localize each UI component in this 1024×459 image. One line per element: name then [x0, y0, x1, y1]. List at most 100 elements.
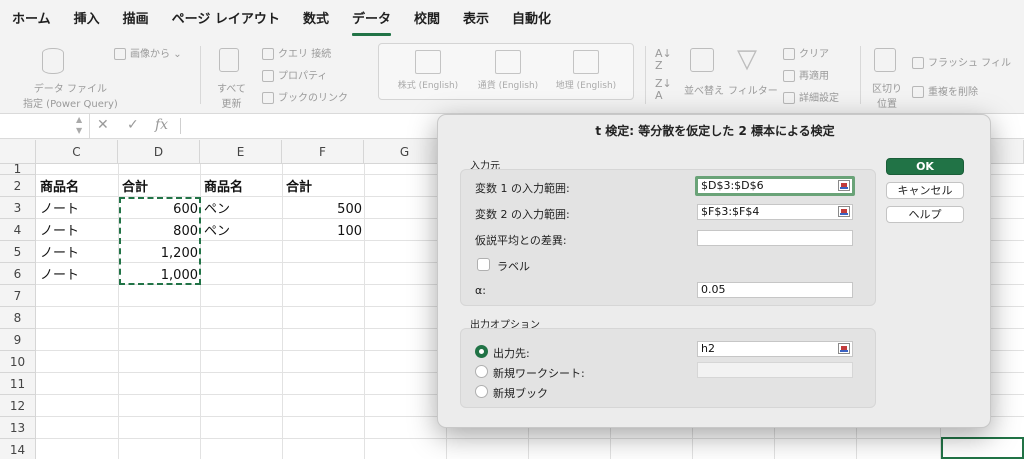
bank-icon: [415, 50, 441, 74]
flash-fill-button[interactable]: フラッシュ フィル: [912, 54, 1011, 69]
clear-button[interactable]: クリア: [783, 45, 829, 60]
tab-view[interactable]: 表示: [463, 0, 489, 40]
fx-icon[interactable]: fx: [155, 117, 168, 133]
ok-button[interactable]: OK: [886, 158, 964, 175]
row-header[interactable]: 9: [0, 329, 36, 351]
tab-draw[interactable]: 描画: [123, 0, 149, 40]
cell-c4[interactable]: ノート: [40, 221, 79, 242]
var2-range-input[interactable]: $F$3:$F$4: [697, 204, 853, 220]
range-select-icon[interactable]: [838, 180, 850, 191]
currencies-button[interactable]: 通貨 (English): [473, 44, 543, 91]
input-group: 変数 1 の入力範囲: $D$3:$D$6 変数 2 の入力範囲: $F$3:$…: [460, 169, 876, 306]
flash-fill-icon: [912, 57, 924, 69]
tab-data[interactable]: データ: [351, 0, 391, 40]
cell-e3[interactable]: ペン: [204, 199, 230, 220]
tab-review[interactable]: 校閲: [414, 0, 440, 40]
queries-button[interactable]: クエリ 接続: [262, 45, 331, 60]
output-range-input[interactable]: h2: [697, 341, 853, 357]
hypothesized-diff-label: 仮説平均との差異:: [475, 234, 567, 247]
select-all-corner[interactable]: [0, 140, 36, 164]
range-select-icon[interactable]: [838, 206, 850, 217]
separator: [645, 46, 646, 104]
advanced-label: 詳細設定: [799, 93, 839, 104]
refresh-all-button[interactable]: すべて 更新: [217, 80, 246, 110]
range-select-icon[interactable]: [838, 343, 850, 354]
var1-range-value: $D$3:$D$6: [701, 179, 764, 192]
properties-button[interactable]: プロパティ: [262, 67, 327, 82]
cell-f3[interactable]: 500: [282, 199, 362, 220]
remove-duplicates-button[interactable]: 重複を削除: [912, 83, 978, 98]
row-header[interactable]: 8: [0, 307, 36, 329]
cell-c5[interactable]: ノート: [40, 243, 79, 264]
row-header[interactable]: 2: [0, 175, 36, 197]
advanced-button[interactable]: 詳細設定: [783, 89, 839, 104]
cancel-button[interactable]: キャンセル: [886, 182, 964, 199]
reapply-button[interactable]: 再適用: [783, 67, 829, 82]
row-header[interactable]: 7: [0, 285, 36, 307]
row-header[interactable]: 6: [0, 263, 36, 285]
cell-f4[interactable]: 100: [282, 221, 362, 242]
links-icon: [262, 92, 274, 104]
text-to-columns-button[interactable]: 区切り 位置: [872, 80, 902, 110]
tab-automate[interactable]: 自動化: [512, 0, 551, 40]
output-range-label: 出力先:: [493, 347, 530, 360]
filter-button[interactable]: フィルター: [728, 82, 778, 97]
geography-button[interactable]: 地理 (English): [551, 44, 621, 91]
new-sheet-label: 新規ワークシート:: [493, 367, 585, 380]
currency-icon: [495, 50, 521, 74]
cell-e4[interactable]: ペン: [204, 221, 230, 242]
column-header-c[interactable]: C: [36, 140, 118, 164]
tab-page-layout[interactable]: ページ レイアウト: [172, 0, 280, 40]
new-sheet-name-input[interactable]: [697, 362, 853, 378]
row-header[interactable]: 10: [0, 351, 36, 373]
hypothesized-diff-input[interactable]: [697, 230, 853, 246]
output-range-value: h2: [701, 342, 715, 355]
column-header-f[interactable]: F: [282, 140, 364, 164]
get-data-button[interactable]: データ ファイル 指定 (Power Query): [23, 80, 118, 110]
stocks-button[interactable]: 株式 (English): [393, 44, 463, 91]
alpha-input[interactable]: 0.05: [697, 282, 853, 298]
var1-range-input[interactable]: $D$3:$D$6: [695, 176, 855, 196]
output-range-radio[interactable]: [475, 345, 488, 358]
row-header[interactable]: 3: [0, 197, 36, 219]
row-header[interactable]: 11: [0, 373, 36, 395]
column-header-d[interactable]: D: [118, 140, 200, 164]
cell-e2[interactable]: 商品名: [204, 177, 243, 198]
labels-checkbox[interactable]: [477, 258, 490, 271]
name-box-stepper-icon[interactable]: ▲ ▼: [76, 114, 82, 136]
column-header-g[interactable]: G: [364, 140, 446, 164]
sort-button[interactable]: 並べ替え: [684, 82, 724, 97]
new-sheet-radio[interactable]: [475, 365, 488, 378]
workbook-links-button[interactable]: ブックのリンク: [262, 89, 348, 104]
tab-home[interactable]: ホーム: [12, 0, 51, 40]
cell-c3[interactable]: ノート: [40, 199, 79, 220]
row-header[interactable]: 5: [0, 241, 36, 263]
from-picture-button[interactable]: 画像から ⌄: [114, 45, 182, 60]
cell-c6[interactable]: ノート: [40, 265, 79, 286]
column-header-e[interactable]: E: [200, 140, 282, 164]
tab-insert[interactable]: 挿入: [74, 0, 100, 40]
name-box[interactable]: ▲ ▼: [0, 114, 90, 138]
sort-az-icon[interactable]: A↓ Z: [655, 48, 672, 72]
row-header[interactable]: 1: [0, 163, 36, 175]
picture-icon: [114, 48, 126, 60]
connections-label: 接続: [311, 49, 332, 60]
gridline: [36, 438, 1024, 439]
cell-f2[interactable]: 合計: [286, 177, 312, 198]
tab-formulas[interactable]: 数式: [303, 0, 329, 40]
cell-d2[interactable]: 合計: [122, 177, 148, 198]
row-header[interactable]: 14: [0, 439, 36, 459]
help-button[interactable]: ヘルプ: [886, 206, 964, 223]
active-cell-selection[interactable]: [941, 437, 1024, 459]
reapply-icon: [783, 70, 795, 82]
cell-c2[interactable]: 商品名: [40, 177, 79, 198]
enter-formula-icon[interactable]: ✓: [127, 117, 139, 133]
new-workbook-radio[interactable]: [475, 385, 488, 398]
sort-za-icon[interactable]: Z↓ A: [655, 78, 672, 102]
cancel-formula-icon[interactable]: ✕: [97, 117, 109, 133]
row-header[interactable]: 13: [0, 417, 36, 439]
flash-fill-label: フラッシュ フィル: [928, 58, 1011, 69]
row-header[interactable]: 12: [0, 395, 36, 417]
row-header[interactable]: 4: [0, 219, 36, 241]
refresh-all-label: すべて: [217, 84, 246, 95]
